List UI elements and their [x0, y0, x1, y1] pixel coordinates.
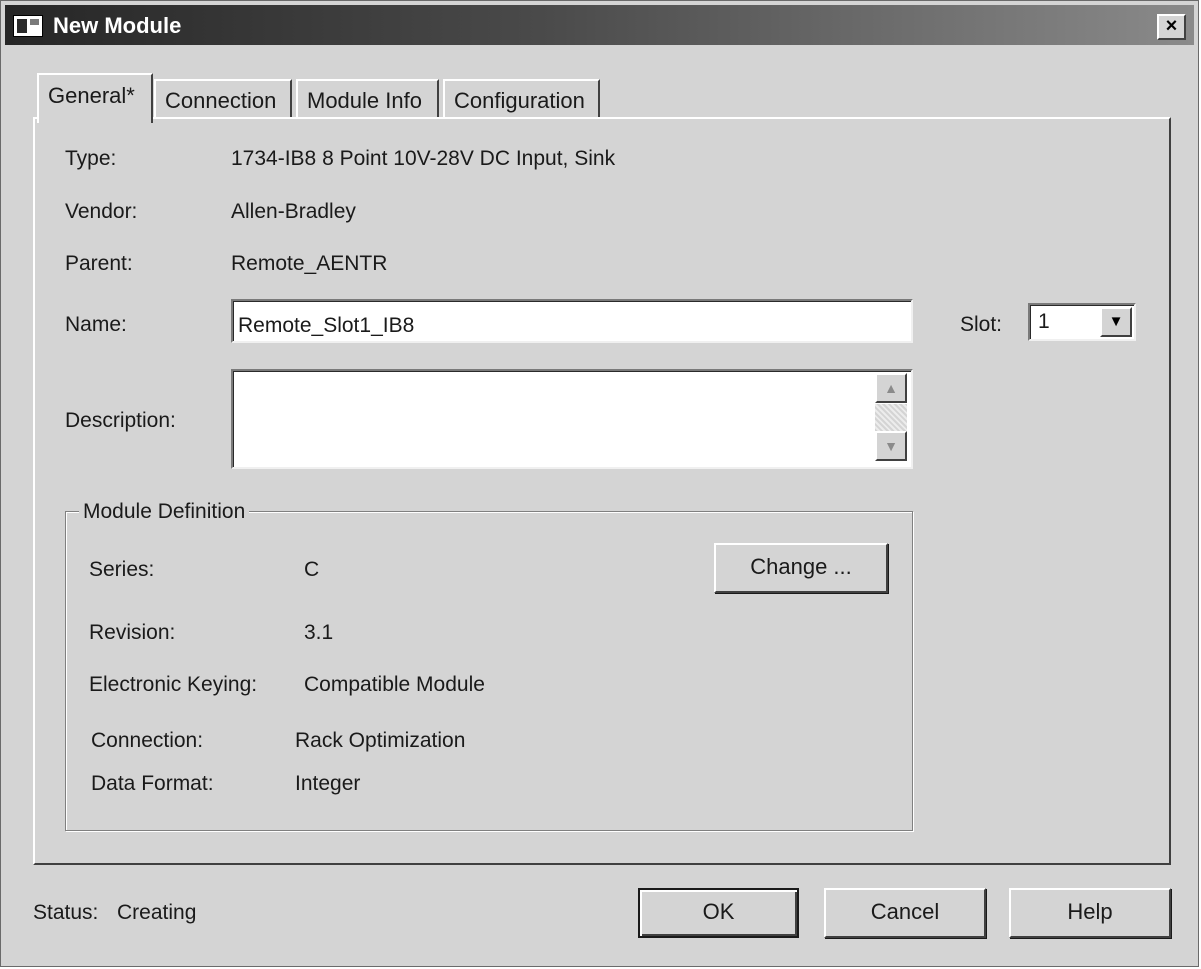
- name-field[interactable]: [231, 299, 913, 349]
- data-format-value: Integer: [295, 772, 361, 795]
- electronic-keying-value: Compatible Module: [304, 673, 485, 696]
- scroll-down-icon[interactable]: ▼: [875, 431, 907, 461]
- series-label: Series:: [89, 558, 155, 581]
- description-field[interactable]: ▲ ▼: [231, 369, 913, 469]
- parent-label: Parent:: [65, 252, 133, 275]
- status-value: Creating: [117, 901, 197, 924]
- description-label: Description:: [65, 409, 176, 432]
- tab-connection-label: Connection: [165, 88, 277, 113]
- tab-general[interactable]: General*: [37, 73, 153, 123]
- tab-configuration-label: Configuration: [454, 88, 585, 113]
- new-module-dialog: New Module × General* Connection Module …: [0, 0, 1199, 967]
- series-value: C: [304, 558, 320, 581]
- tab-module-info-label: Module Info: [307, 88, 422, 113]
- title-bar: New Module: [5, 5, 1194, 45]
- slot-selected-value: 1: [1038, 310, 1050, 333]
- ok-button[interactable]: OK: [638, 888, 799, 938]
- data-format-label: Data Format:: [91, 772, 214, 795]
- name-label: Name:: [65, 313, 127, 336]
- revision-value: 3.1: [304, 621, 334, 644]
- description-textarea[interactable]: [235, 373, 875, 469]
- connection-label: Connection:: [91, 729, 204, 752]
- slot-dropdown[interactable]: 1 ▼: [1028, 303, 1136, 341]
- scroll-up-icon[interactable]: ▲: [875, 373, 907, 403]
- help-button[interactable]: Help: [1009, 888, 1171, 938]
- parent-value: Remote_AENTR: [231, 252, 388, 275]
- cancel-button[interactable]: Cancel: [824, 888, 986, 938]
- vendor-label: Vendor:: [65, 200, 138, 223]
- type-value: 1734-IB8 8 Point 10V-28V DC Input, Sink: [231, 147, 616, 170]
- connection-value: Rack Optimization: [295, 729, 466, 752]
- vendor-value: Allen-Bradley: [231, 200, 356, 223]
- type-label: Type:: [65, 147, 117, 170]
- window-app-icon: [13, 15, 43, 37]
- dropdown-arrow-icon[interactable]: ▼: [1100, 307, 1132, 337]
- revision-label: Revision:: [89, 621, 176, 644]
- description-scrollbar-track[interactable]: [875, 404, 907, 431]
- tab-module-info[interactable]: Module Info: [296, 79, 439, 117]
- tab-configuration[interactable]: Configuration: [443, 79, 600, 117]
- electronic-keying-label: Electronic Keying:: [89, 673, 258, 696]
- status-label: Status:: [33, 901, 99, 924]
- tab-general-label: General*: [48, 83, 135, 108]
- window-title: New Module: [53, 13, 182, 38]
- close-button[interactable]: ×: [1157, 14, 1186, 40]
- module-definition-legend: Module Definition: [79, 500, 250, 524]
- name-input[interactable]: [235, 303, 891, 349]
- slot-label: Slot:: [960, 313, 1003, 336]
- tab-connection[interactable]: Connection: [154, 79, 292, 117]
- change-button[interactable]: Change ...: [714, 543, 888, 593]
